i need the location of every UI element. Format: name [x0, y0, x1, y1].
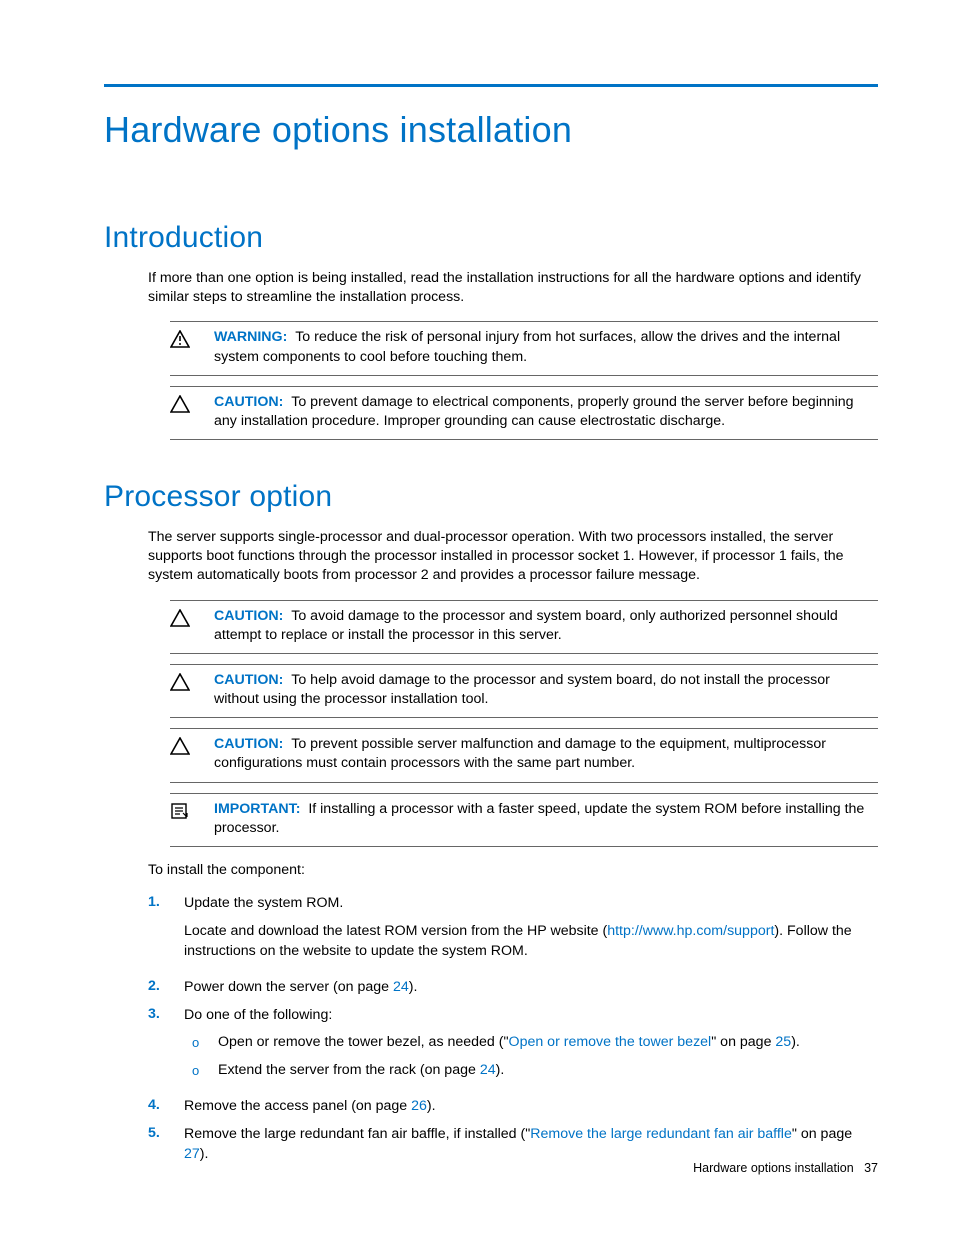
link-page-24[interactable]: 24: [393, 979, 409, 995]
step-number: 3.: [148, 1006, 184, 1090]
substep-text: Extend the server from the rack (on page…: [218, 1061, 878, 1081]
substep: o Open or remove the tower bezel, as nee…: [184, 1033, 878, 1053]
important-notice: IMPORTANT: If installing a processor wit…: [170, 793, 878, 847]
warning-body: To reduce the risk of personal injury fr…: [214, 329, 840, 364]
caution-notice: CAUTION: To prevent damage to electrical…: [170, 386, 878, 440]
processor-notices: CAUTION: To avoid damage to the processo…: [170, 600, 878, 654]
substep-text: Open or remove the tower bezel, as neede…: [218, 1033, 878, 1053]
link-page-24[interactable]: 24: [480, 1062, 496, 1078]
warning-text: WARNING: To reduce the risk of personal …: [214, 328, 878, 366]
caution-body: To prevent damage to electrical componen…: [214, 394, 854, 429]
caution-text: CAUTION: To prevent possible server malf…: [214, 735, 878, 773]
step-5: 5. Remove the large redundant fan air ba…: [148, 1125, 878, 1165]
link-remove-fan-baffle[interactable]: Remove the large redundant fan air baffl…: [530, 1126, 792, 1142]
step-text: Do one of the following:: [184, 1007, 332, 1023]
caution-text: CAUTION: To help avoid damage to the pro…: [214, 671, 878, 709]
warning-bang-icon: [170, 328, 214, 366]
caution-label: CAUTION:: [214, 736, 283, 752]
link-page-27[interactable]: 27: [184, 1146, 200, 1162]
caution-notice: CAUTION: To avoid damage to the processo…: [170, 600, 878, 654]
step-text: Locate and download the latest ROM versi…: [184, 922, 878, 962]
footer-page-number: 37: [864, 1161, 878, 1175]
step-text: Remove the access panel (on page 26).: [184, 1097, 878, 1117]
footer-text: Hardware options installation: [693, 1161, 854, 1175]
link-hp-support[interactable]: http://www.hp.com/support: [607, 923, 774, 939]
caution-notice: CAUTION: To help avoid damage to the pro…: [170, 664, 878, 718]
caution-notice: CAUTION: To prevent possible server malf…: [170, 728, 878, 782]
processor-notices: IMPORTANT: If installing a processor wit…: [170, 793, 878, 847]
step-text: Power down the server (on page 24).: [184, 978, 878, 998]
caution-label: CAUTION:: [214, 672, 283, 688]
step-3: 3. Do one of the following: o Open or re…: [148, 1006, 878, 1090]
step-number: 5.: [148, 1125, 184, 1165]
step-2: 2. Power down the server (on page 24).: [148, 978, 878, 998]
processor-paragraph: The server supports single-processor and…: [148, 528, 878, 586]
step-number: 4.: [148, 1097, 184, 1117]
step-number: 2.: [148, 978, 184, 998]
caution-body: To help avoid damage to the processor an…: [214, 672, 830, 707]
page-footer: Hardware options installation 37: [693, 1161, 878, 1175]
install-lead: To install the component:: [148, 861, 878, 880]
caution-body: To avoid damage to the processor and sys…: [214, 608, 838, 643]
caution-icon: [170, 735, 214, 773]
step-text: Update the system ROM.: [184, 894, 878, 914]
step-1: 1. Update the system ROM. Locate and dow…: [148, 894, 878, 970]
step-4: 4. Remove the access panel (on page 26).: [148, 1097, 878, 1117]
caution-icon: [170, 607, 214, 645]
substep: o Extend the server from the rack (on pa…: [184, 1061, 878, 1081]
link-open-tower-bezel[interactable]: Open or remove the tower bezel: [509, 1034, 712, 1050]
important-icon: [170, 800, 214, 838]
page-title: Hardware options installation: [104, 109, 878, 151]
bullet-icon: o: [184, 1033, 218, 1053]
link-page-25[interactable]: 25: [775, 1034, 791, 1050]
caution-label: CAUTION:: [214, 608, 283, 624]
step-text: Remove the large redundant fan air baffl…: [184, 1125, 878, 1165]
top-rule: [104, 84, 878, 87]
caution-text: CAUTION: To avoid damage to the processo…: [214, 607, 878, 645]
warning-notice: WARNING: To reduce the risk of personal …: [170, 321, 878, 375]
caution-text: CAUTION: To prevent damage to electrical…: [214, 393, 878, 431]
important-body: If installing a processor with a faster …: [214, 801, 864, 836]
caution-body: To prevent possible server malfunction a…: [214, 736, 826, 771]
step-number: 1.: [148, 894, 184, 970]
intro-notices: WARNING: To reduce the risk of personal …: [170, 321, 878, 375]
caution-icon: [170, 393, 214, 431]
heading-introduction: Introduction: [104, 221, 878, 255]
warning-label: WARNING:: [214, 329, 287, 345]
important-label: IMPORTANT:: [214, 801, 300, 817]
intro-notices: CAUTION: To prevent damage to electrical…: [170, 386, 878, 440]
heading-processor-option: Processor option: [104, 480, 878, 514]
processor-notices: CAUTION: To prevent possible server malf…: [170, 728, 878, 782]
important-text: IMPORTANT: If installing a processor wit…: [214, 800, 878, 838]
processor-notices: CAUTION: To help avoid damage to the pro…: [170, 664, 878, 718]
caution-icon: [170, 671, 214, 709]
bullet-icon: o: [184, 1061, 218, 1081]
caution-label: CAUTION:: [214, 394, 283, 410]
intro-paragraph: If more than one option is being install…: [148, 269, 878, 307]
install-steps: 1. Update the system ROM. Locate and dow…: [148, 894, 878, 1165]
link-page-26[interactable]: 26: [411, 1098, 427, 1114]
